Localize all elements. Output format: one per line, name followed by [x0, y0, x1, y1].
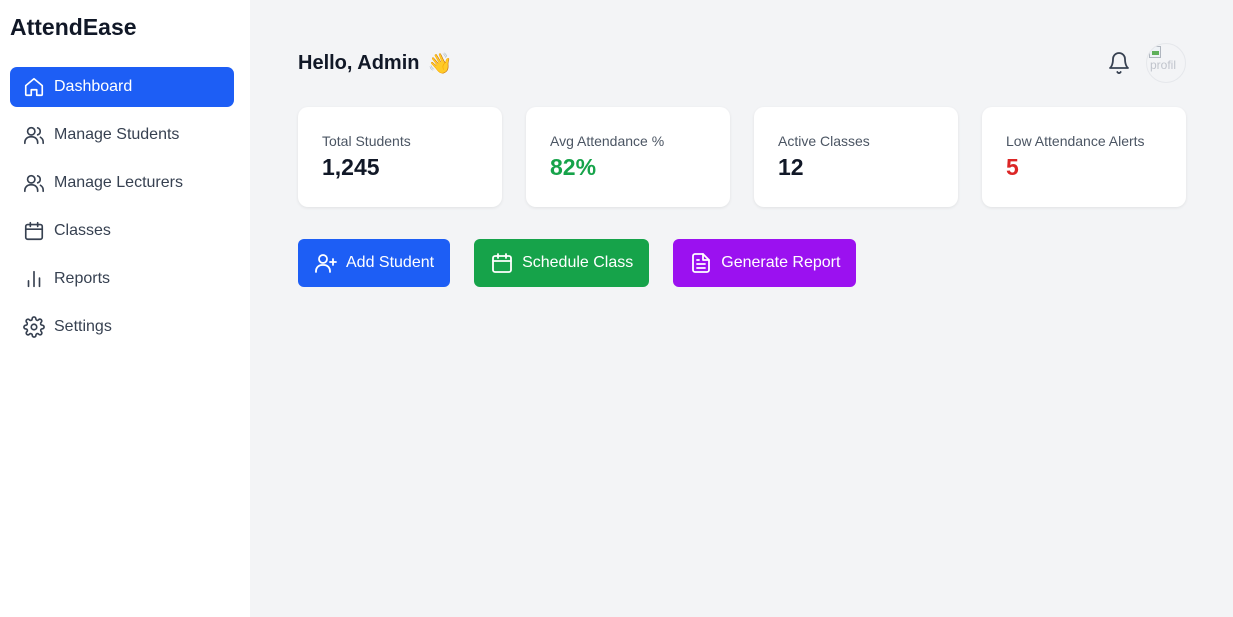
- sidebar-item-manage-students[interactable]: Manage Students: [10, 115, 234, 155]
- sidebar: AttendEase Dashboard Manage Students Man…: [0, 0, 250, 617]
- users-icon: [23, 124, 45, 146]
- calendar-icon: [23, 220, 45, 242]
- gear-icon: [23, 316, 45, 338]
- broken-image-icon: [1149, 46, 1161, 58]
- sidebar-nav: Dashboard Manage Students Manage Lecture…: [10, 67, 234, 347]
- sidebar-item-label: Dashboard: [54, 78, 133, 95]
- users-icon: [23, 172, 45, 194]
- stat-card-low-attendance-alerts: Low Attendance Alerts 5: [982, 107, 1186, 207]
- sidebar-item-label: Manage Lecturers: [54, 174, 183, 191]
- stat-card-avg-attendance: Avg Attendance % 82%: [526, 107, 730, 207]
- avatar[interactable]: profil: [1146, 43, 1186, 83]
- bell-icon[interactable]: [1106, 50, 1132, 76]
- app-root: AttendEase Dashboard Manage Students Man…: [0, 0, 1233, 617]
- sidebar-item-label: Reports: [54, 270, 111, 287]
- quick-actions: Add Student Schedule Class Generate Repo…: [298, 239, 1186, 287]
- button-label: Schedule Class: [522, 254, 634, 271]
- sidebar-item-label: Classes: [54, 222, 111, 239]
- stat-value: 1,245: [322, 154, 380, 180]
- greeting-text: Hello, Admin: [298, 51, 420, 74]
- stat-value: 82%: [550, 154, 597, 180]
- generate-report-button[interactable]: Generate Report: [673, 239, 857, 287]
- waving-hand-icon: 👋: [427, 52, 453, 75]
- home-icon: [23, 76, 45, 98]
- stats-cards: Total Students 1,245 Avg Attendance % 82…: [298, 107, 1186, 207]
- page-title: Hello, Admin 👋: [298, 51, 452, 76]
- avatar-alt-text: profil: [1150, 58, 1177, 72]
- stat-label: Active Classes: [778, 133, 870, 149]
- button-label: Generate Report: [721, 254, 841, 271]
- top-bar: Hello, Admin 👋 profil: [298, 42, 1186, 84]
- calendar-icon: [490, 251, 514, 275]
- sidebar-item-classes[interactable]: Classes: [10, 211, 234, 251]
- file-text-icon: [689, 251, 713, 275]
- app-logo-title: AttendEase: [10, 14, 137, 40]
- user-plus-icon: [314, 251, 338, 275]
- stat-label: Low Attendance Alerts: [1006, 133, 1145, 149]
- sidebar-item-reports[interactable]: Reports: [10, 259, 234, 299]
- stat-card-active-classes: Active Classes 12: [754, 107, 958, 207]
- sidebar-item-label: Settings: [54, 318, 112, 335]
- bar-chart-icon: [23, 268, 45, 290]
- add-student-button[interactable]: Add Student: [298, 239, 451, 287]
- sidebar-item-label: Manage Students: [54, 126, 180, 143]
- button-label: Add Student: [346, 254, 435, 271]
- stat-value: 12: [778, 154, 804, 180]
- stat-label: Total Students: [322, 133, 411, 149]
- header-actions: profil: [1106, 43, 1186, 83]
- stat-label: Avg Attendance %: [550, 133, 665, 149]
- stat-value: 5: [1006, 154, 1019, 180]
- stat-card-total-students: Total Students 1,245: [298, 107, 502, 207]
- schedule-class-button[interactable]: Schedule Class: [474, 239, 650, 287]
- main-content: Hello, Admin 👋 profil Total Students 1,2…: [250, 0, 1233, 617]
- sidebar-item-settings[interactable]: Settings: [10, 307, 234, 347]
- sidebar-item-dashboard[interactable]: Dashboard: [10, 67, 234, 107]
- sidebar-item-manage-lecturers[interactable]: Manage Lecturers: [10, 163, 234, 203]
